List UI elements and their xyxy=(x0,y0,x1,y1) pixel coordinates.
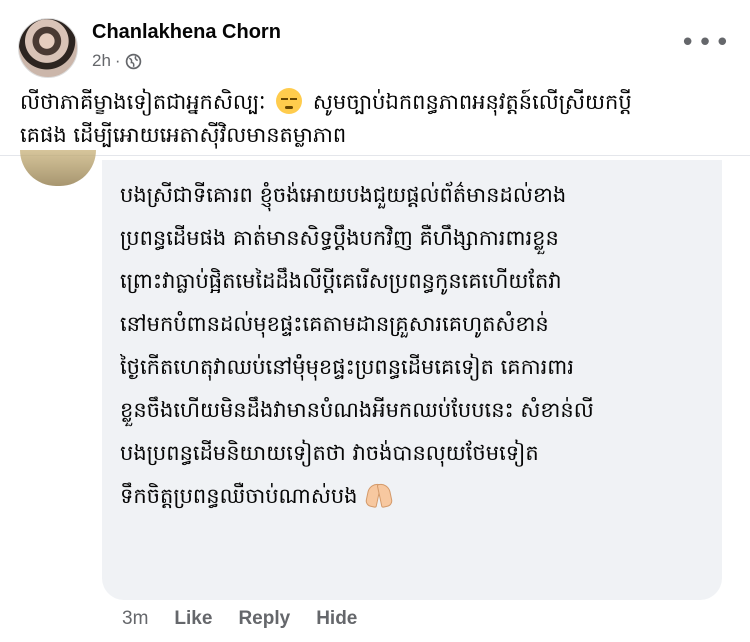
author-name[interactable]: Chanlakhena Chorn xyxy=(92,21,281,44)
post-meta: 2h · xyxy=(92,51,142,71)
caption-part-2: សូមច្បាប់ឯកពន្ធភាពអនុវត្តន៍លើស្រីយកប្តី xyxy=(312,90,632,114)
ellipsis-icon[interactable]: ••• xyxy=(680,30,732,56)
caption-part-1: លីថាភាគីម្ខាងទៀតជាអ្នកសិល្បៈ xyxy=(20,90,266,114)
hide-button[interactable]: Hide xyxy=(316,608,357,630)
comment-line: បងប្រពន្ធដើមនិយាយទៀតថា វាចង់បានលុយថែមទៀត xyxy=(120,441,539,465)
comment-line: ព្រោះវាធ្លាប់ផ្អិតមេដៃដឹងលីប្តីគេរើសប្រព… xyxy=(120,269,562,293)
post-caption: លីថាភាគីម្ខាងទៀតជាអ្នកសិល្បៈ សូមច្បាប់ឯក… xyxy=(20,86,740,152)
comment-line: ប្រពន្ធដើមផង គាត់មានសិទ្ធប្តឹងបកវិញ គឺហឹ… xyxy=(120,226,559,250)
comment-line: បងស្រីជាទីគោរព ខ្ញុំចង់អោយបងជួយផ្តល់ព័ត៌… xyxy=(120,183,567,207)
disappointed-face-emoji-icon xyxy=(276,88,303,114)
comment-bubble: បងស្រីជាទីគោរព ខ្ញុំចង់អោយបងជួយផ្តល់ព័ត៌… xyxy=(102,160,722,600)
comment-line: ថ្ងៃកើតហេតុវាឈប់នៅម៉ុំមុខផ្ទះប្រពន្ធដើមគ… xyxy=(120,355,574,379)
globe-icon[interactable] xyxy=(125,53,142,70)
post-time[interactable]: 2h xyxy=(92,51,111,71)
like-button[interactable]: Like xyxy=(174,608,212,630)
comment-time[interactable]: 3m xyxy=(122,608,148,630)
comment-line-last: ទឹកចិត្តប្រពន្ធឈឺចាប់ណាស់បង xyxy=(120,475,704,518)
comment-line: នៅមកបំពានដល់មុខផ្ទះគេតាមដានគ្រួសារគេហូតស… xyxy=(120,312,549,336)
reply-button[interactable]: Reply xyxy=(238,608,290,630)
comment-actions: 3m Like Reply Hide xyxy=(122,608,357,630)
meta-separator: · xyxy=(114,51,121,70)
caption-line-2: គេផង ដើម្បីអោយអេតាសុីវិលមានតម្លាភាព xyxy=(20,123,347,147)
comment-line: ខ្លួនចឹងហើយមិនដឹងវាមានបំណងអីមកឈប់បែបនេះ … xyxy=(120,398,594,422)
post-header: Chanlakhena Chorn 2h · ••• xyxy=(18,18,732,78)
folded-hands-emoji-icon xyxy=(364,481,394,508)
author-avatar[interactable] xyxy=(18,18,78,78)
comment-last-text: ទឹកចិត្តប្រពន្ធឈឺចាប់ណាស់បង xyxy=(120,484,358,508)
